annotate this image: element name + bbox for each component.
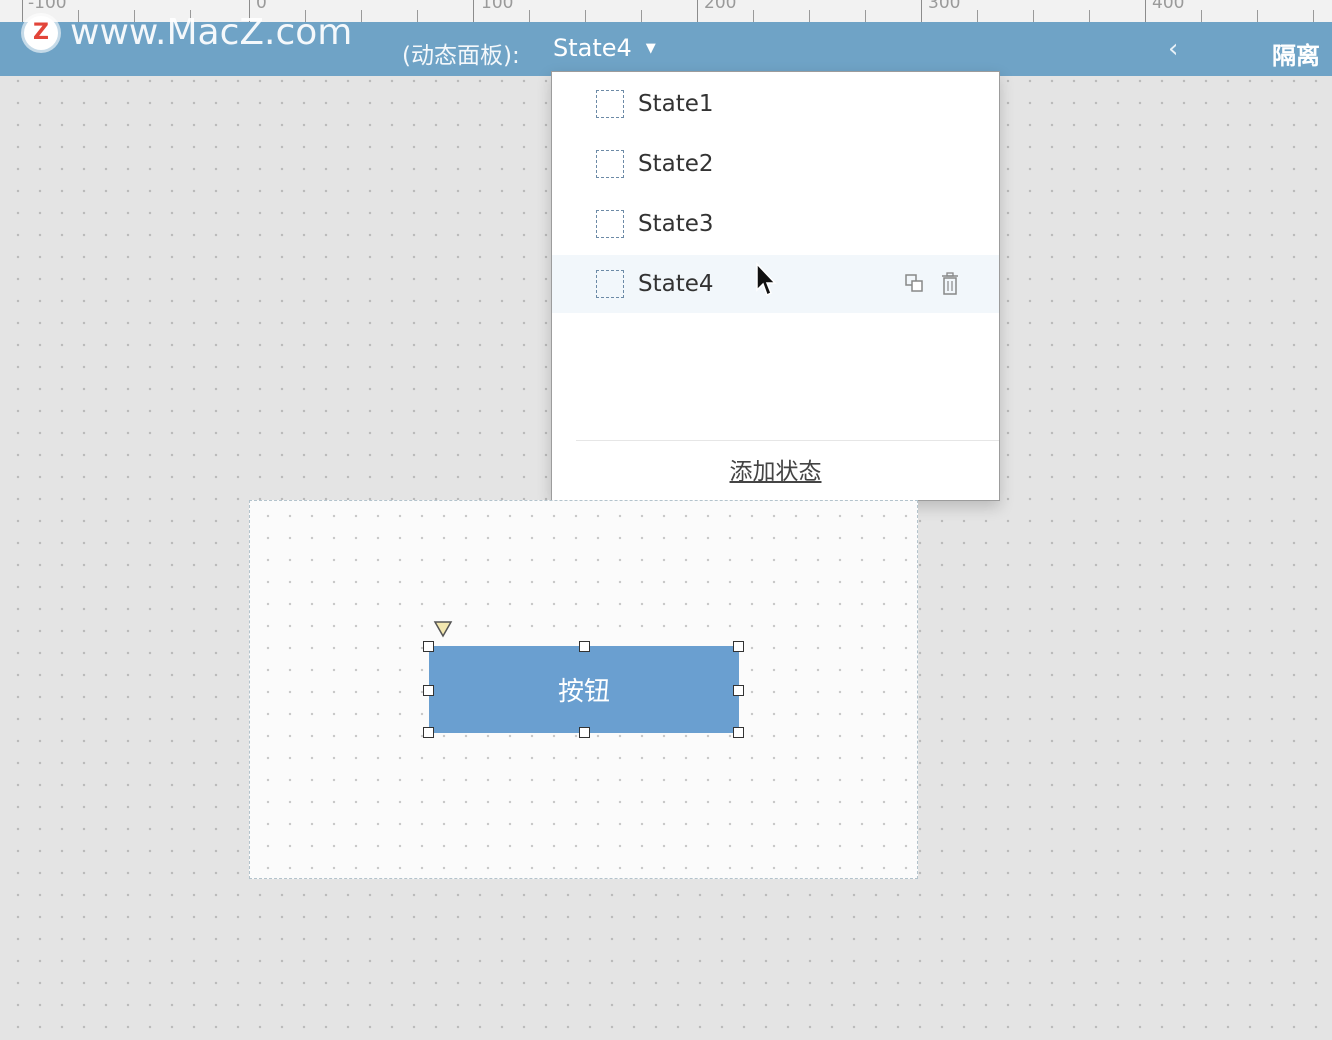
dynamic-panel-toolbar: Z www.MacZ.com (动态面板): State4 ▼ ‹ 隔离	[0, 12, 1332, 76]
resize-handle-top-left[interactable]	[423, 641, 434, 652]
ruler-label: 100	[481, 0, 514, 13]
ruler-tick	[921, 0, 922, 22]
ruler-tick	[1033, 10, 1034, 22]
button-widget-label: 按钮	[557, 677, 610, 707]
trash-icon[interactable]	[939, 272, 961, 296]
ruler-tick	[529, 10, 530, 22]
state-icon	[596, 270, 624, 298]
resize-handle-bottom-right[interactable]	[733, 727, 744, 738]
watermark-text: www.MacZ.com	[70, 12, 353, 53]
panel-type-label: (动态面板):	[402, 43, 520, 69]
resize-handle-right[interactable]	[733, 685, 744, 696]
caret-down-icon: ▼	[645, 40, 656, 56]
ruler-label: 200	[704, 0, 737, 13]
ruler-label: 300	[928, 0, 961, 13]
menu-divider	[576, 440, 999, 441]
ruler-tick	[361, 10, 362, 22]
button-widget[interactable]: 按钮	[429, 646, 739, 733]
ruler-tick	[1313, 10, 1314, 22]
resize-handle-left[interactable]	[423, 685, 434, 696]
ruler-tick	[641, 10, 642, 22]
ruler-tick	[1089, 10, 1090, 22]
state-item-state3[interactable]: State3	[552, 195, 999, 253]
state-item-state2[interactable]: State2	[552, 135, 999, 193]
ruler-tick	[1257, 10, 1258, 22]
isolate-button[interactable]: 隔离	[1272, 36, 1320, 71]
state-row-actions	[903, 272, 961, 296]
ruler-tick	[585, 10, 586, 22]
chevron-left-icon[interactable]: ‹	[1168, 34, 1178, 64]
state-icon	[596, 90, 624, 118]
resize-handle-top[interactable]	[579, 641, 590, 652]
ruler-tick	[1201, 10, 1202, 22]
style-triangle-icon[interactable]	[433, 620, 453, 638]
state-label: State1	[638, 91, 714, 117]
ruler-tick	[809, 10, 810, 22]
ruler-tick	[22, 0, 23, 22]
state-label: State3	[638, 211, 714, 237]
ruler-tick	[1145, 0, 1146, 22]
state-label: State4	[638, 271, 714, 297]
ruler-tick	[697, 0, 698, 22]
ruler-tick	[473, 0, 474, 22]
resize-handle-top-right[interactable]	[733, 641, 744, 652]
ruler-tick	[865, 10, 866, 22]
macz-logo: Z	[24, 15, 58, 50]
mouse-pointer-icon	[756, 262, 777, 297]
state-label: State2	[638, 151, 714, 177]
ruler-tick	[753, 10, 754, 22]
state-icon	[596, 210, 624, 238]
ruler-tick	[977, 10, 978, 22]
duplicate-icon[interactable]	[903, 272, 925, 294]
watermark: Z www.MacZ.com	[24, 12, 352, 53]
selected-state-label: State4	[553, 34, 632, 62]
state-selector-dropdown[interactable]: State4 ▼	[553, 34, 656, 62]
state-item-state1[interactable]: State1	[552, 75, 999, 133]
ruler-label: 400	[1152, 0, 1185, 13]
add-state-link[interactable]: 添加状态	[552, 452, 999, 486]
resize-handle-bottom[interactable]	[579, 727, 590, 738]
ruler-tick	[417, 10, 418, 22]
state-icon	[596, 150, 624, 178]
resize-handle-bottom-left[interactable]	[423, 727, 434, 738]
